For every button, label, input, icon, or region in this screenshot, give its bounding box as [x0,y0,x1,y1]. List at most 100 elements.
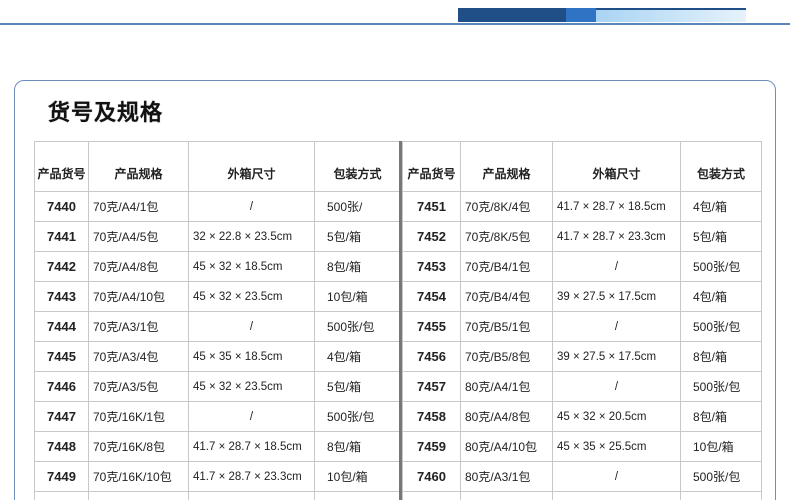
cell-size: / [188,311,315,342]
table-row: 7460 80克/A3/1包/500张/包 [402,461,762,492]
cell-spec: 70克/A3/5包 [88,371,189,402]
cell-size: / [552,461,681,492]
cell-code: 7451 [402,191,461,222]
header-rule [0,23,790,25]
cell-pack: 500张/包 [314,491,401,500]
table-row: 746280克/A3/5包45 × 35 × 25.5cm5包/箱 [402,491,762,500]
cell-size: 45 × 35 × 18.5cm [188,341,315,372]
cell-pack: 5包/箱 [314,221,401,252]
table-header-row: 产品货号 产品规格 外箱尺寸 包装方式 [34,141,401,192]
cell-pack: 4包/箱 [314,341,401,372]
header-banner-dark [458,8,568,22]
cell-code: 7448 [34,431,89,462]
cell-code: 7445 [34,341,89,372]
cell-size: / [552,371,681,402]
table-row: 7446 70克/A3/5包 45 × 32 × 23.5cm 5包/箱 [34,371,401,402]
table-row: 7449 70克/16K/10包 41.7 × 28.7 × 23.3cm 10包/箱 [34,461,401,492]
table-header-row: 产品货号 产品规格 外箱尺寸 包装方式 [402,141,762,192]
cell-code: 7456 [402,341,461,372]
cell-spec: 70克/A4/10包 [88,281,189,312]
table-row: 7448 70克/16K/8包 41.7 × 28.7 × 18.5cm 8包/箱 [34,431,401,462]
cell-pack: 500张/包 [680,461,762,492]
column-header-size: 外箱尺寸 [188,141,315,192]
table-row: 7457 80克/A4/1包/500张/包 [402,371,762,402]
column-header-pack: 包装方式 [680,141,762,192]
cell-spec: 70克/B4/1包 [460,251,553,282]
cell-code: 7452 [402,221,461,252]
cell-pack: 10包/箱 [314,461,401,492]
table-row: 745070克/8K/1包/500张/包 [34,491,401,500]
cell-size: 45 × 32 × 20.5cm [552,401,681,432]
cell-code: 7444 [34,311,89,342]
cell-code: 7455 [402,311,461,342]
page-title: 货号及规格 [48,101,164,126]
cell-size: 41.7 × 28.7 × 18.5cm [188,431,315,462]
cell-spec: 70克/8K/5包 [460,221,553,252]
cell-spec: 70克/A4/1包 [88,191,189,222]
cell-code: 7453 [402,251,461,282]
cell-code: 7442 [34,251,89,282]
cell-pack: 10包/箱 [314,281,401,312]
header-banner-mid [566,8,596,22]
cell-spec: 70克/16K/8包 [88,431,189,462]
cell-size: 39 × 27.5 × 17.5cm [552,341,681,372]
column-header-spec: 产品规格 [460,141,553,192]
cell-spec: 70克/A4/8包 [88,251,189,282]
cell-spec: 80克/A4/10包 [460,431,553,462]
cell-spec: 70克/8K/4包 [460,191,553,222]
cell-spec: 80克/A4/1包 [460,371,553,402]
table-row: 7442 70克/A4/8包 45 × 32 × 18.5cm 8包/箱 [34,251,401,282]
cell-pack: 500张/包 [680,311,762,342]
cell-size: 41.7 × 28.7 × 18.5cm [552,191,681,222]
cell-code: 7447 [34,401,89,432]
cell-pack: 500张/ [314,191,401,222]
cell-size: 41.7 × 28.7 × 23.3cm [552,221,681,252]
table-row: 7453 70克/B4/1包/500张/包 [402,251,762,282]
column-header-pack: 包装方式 [314,141,401,192]
cell-size: 45 × 35 × 25.5cm [552,431,681,462]
cell-size: 39 × 27.5 × 17.5cm [552,281,681,312]
cell-pack: 8包/箱 [680,341,762,372]
cell-size: 41.7 × 28.7 × 23.3cm [188,461,315,492]
cell-code: 7450 [34,491,89,500]
cell-code: 7458 [402,401,461,432]
cell-pack: 500张/包 [314,311,401,342]
table-row: 7440 70克/A4/1包/500张/ [34,191,401,222]
cell-spec: 70克/B4/4包 [460,281,553,312]
cell-pack: 8包/箱 [314,251,401,282]
cell-pack: 500张/包 [314,401,401,432]
cell-code: 7454 [402,281,461,312]
cell-spec: 70克/16K/10包 [88,461,189,492]
table-row: 7456 70克/B5/8包 39 × 27.5 × 17.5cm 8包/箱 [402,341,762,372]
cell-spec: 70克/A3/1包 [88,311,189,342]
cell-code: 7441 [34,221,89,252]
cell-size: 45 × 32 × 23.5cm [188,371,315,402]
cell-size: / [552,311,681,342]
cell-spec: 70克/B5/8包 [460,341,553,372]
cell-size: 32 × 22.8 × 23.5cm [188,221,315,252]
cell-spec: 80克/A3/5包 [460,491,553,500]
cell-pack: 10包/箱 [680,431,762,462]
table-row: 7445 70克/A3/4包 45 × 35 × 18.5cm 4包/箱 [34,341,401,372]
cell-code: 7457 [402,371,461,402]
table-row: 7458 80克/A4/8包 45 × 32 × 20.5cm 8包/箱 [402,401,762,432]
cell-size: 45 × 32 × 23.5cm [188,281,315,312]
cell-size: / [188,491,315,500]
cell-size: / [552,251,681,282]
column-header-code: 产品货号 [402,141,461,192]
table-row: 7443 70克/A4/10包 45 × 32 × 23.5cm 10包/箱 [34,281,401,312]
column-header-size: 外箱尺寸 [552,141,681,192]
cell-pack: 5包/箱 [680,491,762,500]
table-row: 7459 80克/A4/10包 45 × 35 × 25.5cm 10包/箱 [402,431,762,462]
cell-code: 7440 [34,191,89,222]
cell-code: 7449 [34,461,89,492]
spec-table-left: 产品货号 产品规格 外箱尺寸 包装方式 7440 70克/A4/1包/500张/7… [34,141,401,500]
cell-spec: 80克/A3/1包 [460,461,553,492]
cell-pack: 500张/包 [680,251,762,282]
column-header-spec: 产品规格 [88,141,189,192]
cell-code: 7460 [402,461,461,492]
cell-code: 7446 [34,371,89,402]
cell-spec: 70克/16K/1包 [88,401,189,432]
cell-code: 7459 [402,431,461,462]
cell-spec: 70克/A3/4包 [88,341,189,372]
